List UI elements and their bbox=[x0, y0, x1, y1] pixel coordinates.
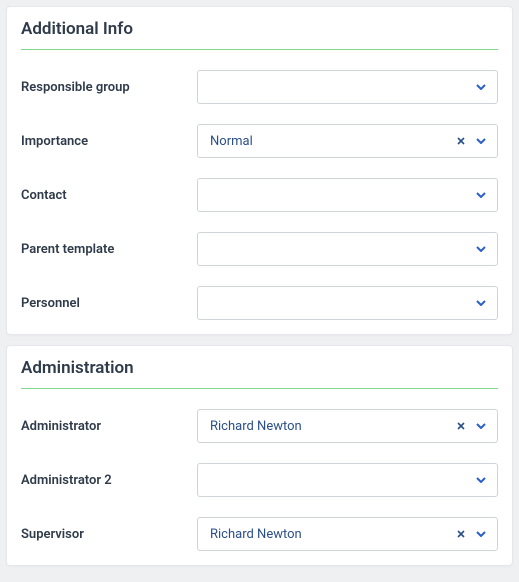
field-row-supervisor: Supervisor Richard Newton bbox=[21, 517, 498, 551]
clear-icon[interactable] bbox=[453, 133, 469, 149]
select-value-supervisor: Richard Newton bbox=[210, 527, 453, 542]
label-administrator: Administrator bbox=[21, 419, 197, 434]
field-row-administrator: Administrator Richard Newton bbox=[21, 409, 498, 443]
chevron-down-icon bbox=[473, 418, 489, 434]
select-responsible-group[interactable] bbox=[197, 70, 498, 104]
card-administration: Administration Administrator Richard New… bbox=[6, 345, 513, 566]
card-title-additional-info: Additional Info bbox=[21, 7, 498, 50]
select-administrator[interactable]: Richard Newton bbox=[197, 409, 498, 443]
select-value-importance: Normal bbox=[210, 134, 453, 149]
select-parent-template[interactable] bbox=[197, 232, 498, 266]
select-administrator-2[interactable] bbox=[197, 463, 498, 497]
label-personnel: Personnel bbox=[21, 296, 197, 311]
card-title-administration: Administration bbox=[21, 346, 498, 389]
field-row-parent-template: Parent template bbox=[21, 232, 498, 266]
chevron-down-icon bbox=[473, 472, 489, 488]
card-additional-info: Additional Info Responsible group Import… bbox=[6, 6, 513, 335]
field-row-administrator-2: Administrator 2 bbox=[21, 463, 498, 497]
clear-icon[interactable] bbox=[453, 418, 469, 434]
label-administrator-2: Administrator 2 bbox=[21, 473, 197, 488]
clear-icon[interactable] bbox=[453, 526, 469, 542]
field-row-contact: Contact bbox=[21, 178, 498, 212]
label-parent-template: Parent template bbox=[21, 242, 197, 257]
label-supervisor: Supervisor bbox=[21, 527, 197, 542]
select-personnel[interactable] bbox=[197, 286, 498, 320]
field-row-personnel: Personnel bbox=[21, 286, 498, 320]
select-value-administrator: Richard Newton bbox=[210, 419, 453, 434]
chevron-down-icon bbox=[473, 79, 489, 95]
chevron-down-icon bbox=[473, 526, 489, 542]
select-supervisor[interactable]: Richard Newton bbox=[197, 517, 498, 551]
label-responsible-group: Responsible group bbox=[21, 80, 197, 95]
select-importance[interactable]: Normal bbox=[197, 124, 498, 158]
chevron-down-icon bbox=[473, 241, 489, 257]
chevron-down-icon bbox=[473, 295, 489, 311]
select-contact[interactable] bbox=[197, 178, 498, 212]
label-contact: Contact bbox=[21, 188, 197, 203]
chevron-down-icon bbox=[473, 133, 489, 149]
field-row-responsible-group: Responsible group bbox=[21, 70, 498, 104]
chevron-down-icon bbox=[473, 187, 489, 203]
label-importance: Importance bbox=[21, 134, 197, 149]
field-row-importance: Importance Normal bbox=[21, 124, 498, 158]
